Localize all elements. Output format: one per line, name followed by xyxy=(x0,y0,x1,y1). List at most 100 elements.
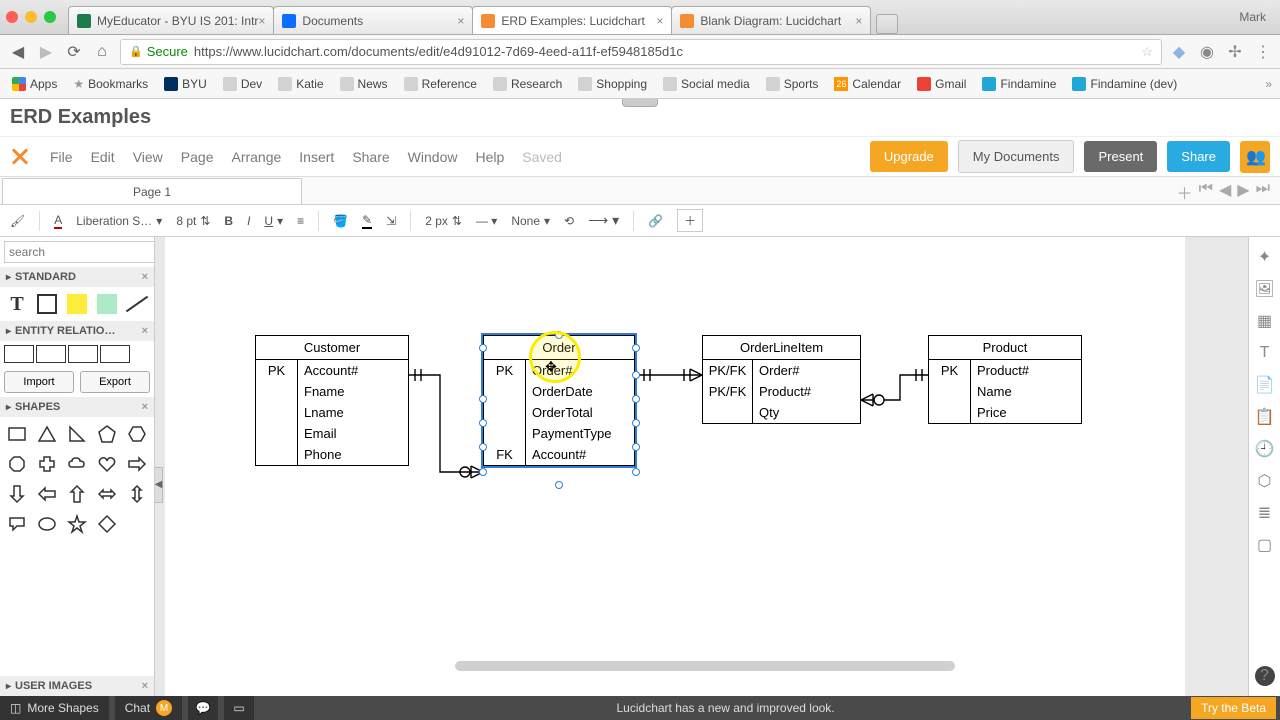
line-cap-end[interactable]: ⟶ ▾ xyxy=(588,212,619,229)
bookmark-dev[interactable]: Dev xyxy=(219,75,266,93)
window-minimize[interactable] xyxy=(25,11,37,23)
bookmark-apps[interactable]: Apps xyxy=(8,75,61,93)
shape-pentagon[interactable] xyxy=(94,421,120,447)
shape-arrow-lr[interactable] xyxy=(94,481,120,507)
bookmark-gmail[interactable]: Gmail xyxy=(913,75,970,93)
reload-button[interactable]: ⟳ xyxy=(64,42,84,62)
team-button[interactable]: 👥 xyxy=(1240,141,1270,173)
bookmark-sports[interactable]: Sports xyxy=(762,75,823,93)
extension-icon[interactable]: ◉ xyxy=(1198,43,1216,61)
bookmark-social[interactable]: Social media xyxy=(659,75,754,93)
close-icon[interactable]: × xyxy=(142,325,148,337)
green-shape[interactable] xyxy=(94,291,120,317)
connection-point[interactable] xyxy=(632,443,640,451)
star-icon[interactable]: ☆ xyxy=(1141,44,1153,60)
next-page-icon[interactable]: ▶ xyxy=(1237,180,1249,204)
connection-point[interactable] xyxy=(555,481,563,489)
border-color[interactable]: ✎ xyxy=(362,213,372,229)
shape-cross[interactable] xyxy=(34,451,60,477)
connection-point[interactable] xyxy=(479,468,487,476)
connection-point[interactable] xyxy=(632,395,640,403)
try-beta-button[interactable]: Try the Beta xyxy=(1191,697,1276,719)
menu-insert[interactable]: Insert xyxy=(299,149,334,165)
bookmark-news[interactable]: News xyxy=(336,75,392,93)
last-page-icon[interactable]: ⏭ xyxy=(1256,180,1270,204)
close-icon[interactable]: × xyxy=(142,680,148,692)
shape-arrow-right[interactable] xyxy=(124,451,150,477)
window-close[interactable] xyxy=(6,11,18,23)
bookmark-findamine[interactable]: Findamine xyxy=(978,75,1060,93)
close-icon[interactable]: × xyxy=(142,401,148,413)
connection-point[interactable] xyxy=(632,344,640,352)
bookmark-bookmarks[interactable]: Bookmarks xyxy=(69,75,152,93)
pulldown-handle[interactable] xyxy=(622,99,658,107)
navigator-icon[interactable]: ✦ xyxy=(1255,247,1275,267)
close-icon[interactable]: × xyxy=(656,14,663,28)
section-entity-relationship[interactable]: ENTITY RELATIO…× xyxy=(0,321,154,341)
close-icon[interactable]: × xyxy=(457,14,464,28)
bookmark-findamine-dev[interactable]: Findamine (dev) xyxy=(1068,75,1181,93)
menu-window[interactable]: Window xyxy=(408,149,458,165)
present-button[interactable]: Present xyxy=(1084,141,1157,172)
bookmark-shopping[interactable]: Shopping xyxy=(574,75,651,93)
window-zoom[interactable] xyxy=(44,11,56,23)
align-button[interactable]: ≡ xyxy=(297,214,304,228)
browser-tab[interactable]: MyEducator - BYU IS 201: Intr× xyxy=(68,6,274,34)
history-icon[interactable]: 🕘 xyxy=(1255,439,1275,459)
shape-diamond[interactable] xyxy=(94,511,120,537)
text-icon[interactable]: T xyxy=(1255,343,1275,363)
export-button[interactable]: Export xyxy=(80,371,150,393)
shape-ellipse[interactable] xyxy=(34,511,60,537)
menu-edit[interactable]: Edit xyxy=(91,149,115,165)
connection-point[interactable] xyxy=(555,331,563,339)
font-family[interactable]: Liberation S… ▾ xyxy=(76,214,162,228)
clipboard-icon[interactable]: 📋 xyxy=(1255,407,1275,427)
shape-arrow-ud[interactable] xyxy=(124,481,150,507)
browser-tab[interactable]: Blank Diagram: Lucidchart× xyxy=(671,6,871,34)
my-documents-button[interactable]: My Documents xyxy=(958,140,1075,173)
menu-view[interactable]: View xyxy=(133,149,163,165)
layers-icon[interactable]: ≣ xyxy=(1255,503,1275,523)
underline-button[interactable]: U ▾ xyxy=(264,214,283,228)
back-button[interactable]: ◀ xyxy=(8,42,28,62)
shape-arrow-left[interactable] xyxy=(34,481,60,507)
connection-point[interactable] xyxy=(632,419,640,427)
bold-button[interactable]: B xyxy=(224,214,233,228)
menu-arrange[interactable]: Arrange xyxy=(231,149,281,165)
er-shape[interactable] xyxy=(36,345,66,363)
extension-icon[interactable]: ◆ xyxy=(1170,43,1188,61)
slideshow-icon[interactable]: ▢ xyxy=(1255,535,1275,555)
shape-options[interactable]: ⇲ xyxy=(386,214,396,228)
line-style[interactable]: — ▾ xyxy=(476,214,497,228)
menu-icon[interactable]: ⋮ xyxy=(1254,43,1272,61)
bookmark-research[interactable]: Research xyxy=(489,75,566,93)
er-shape[interactable] xyxy=(4,345,34,363)
canvas-area[interactable]: ◀ xyxy=(155,237,1248,696)
chat-button[interactable]: ChatM xyxy=(115,696,182,720)
section-standard[interactable]: STANDARD× xyxy=(0,267,154,287)
line-direction[interactable]: ⟲ xyxy=(564,214,574,228)
collapse-panel-handle[interactable]: ◀ xyxy=(155,467,163,503)
close-icon[interactable]: × xyxy=(142,271,148,283)
extension-icon[interactable]: ✢ xyxy=(1226,43,1244,61)
shape-arrow-down[interactable] xyxy=(4,481,30,507)
font-size[interactable]: 8 pt ⇅ xyxy=(176,214,210,228)
shape-octagon[interactable] xyxy=(4,451,30,477)
shape-rect[interactable] xyxy=(4,421,30,447)
grid-icon[interactable]: ▦ xyxy=(1255,311,1275,331)
shape-hexagon[interactable] xyxy=(124,421,150,447)
entity-orderlineitem[interactable]: OrderLineItem PK/FKOrder# PK/FKProduct# … xyxy=(702,335,861,424)
lucidchart-logo-icon[interactable] xyxy=(10,146,32,168)
close-icon[interactable]: × xyxy=(258,14,265,28)
help-icon[interactable]: ? xyxy=(1255,666,1275,686)
shape-heart[interactable] xyxy=(94,451,120,477)
bookmark-katie[interactable]: Katie xyxy=(274,75,327,93)
add-comment-button[interactable]: 💬 xyxy=(188,696,218,720)
format-painter[interactable]: 🖌 xyxy=(10,214,25,228)
shape-callout[interactable] xyxy=(4,511,30,537)
first-page-icon[interactable]: ⏮ xyxy=(1199,180,1213,204)
menu-file[interactable]: File xyxy=(50,149,73,165)
menu-share[interactable]: Share xyxy=(352,149,389,165)
theme-icon[interactable]: 🖼 xyxy=(1255,279,1275,299)
page-icon[interactable]: 📄 xyxy=(1255,375,1275,395)
